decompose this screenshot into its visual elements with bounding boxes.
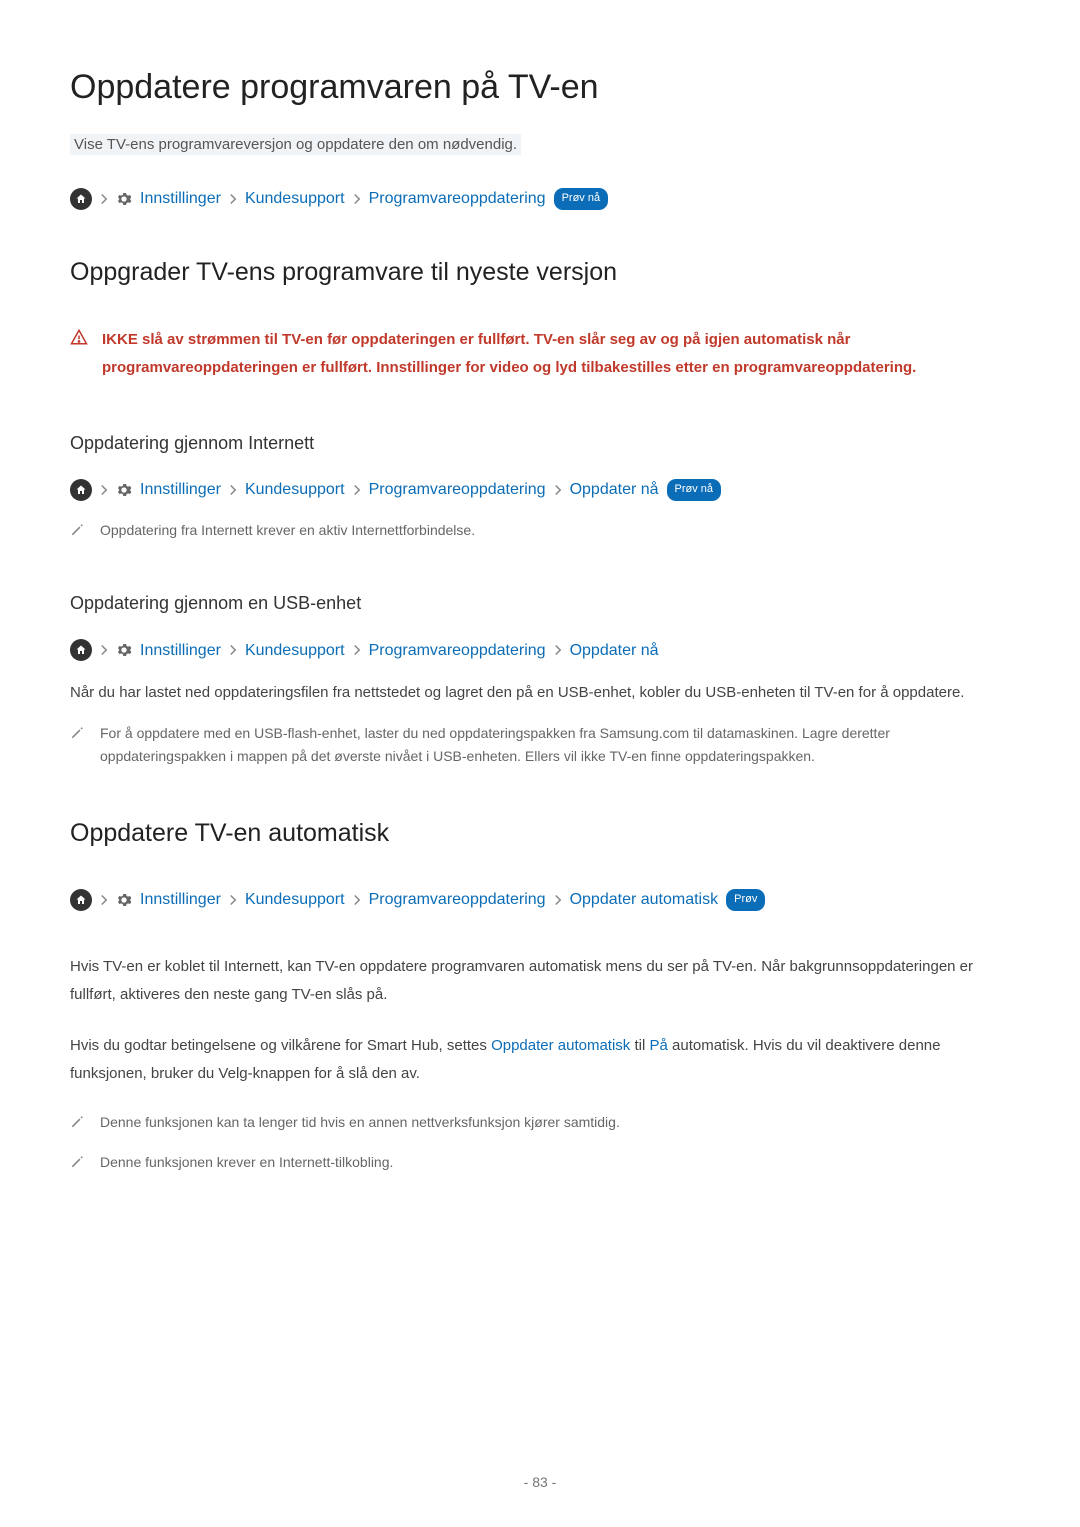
body-text: Hvis du godtar betingelsene og vilkårene… xyxy=(70,1032,1010,1089)
page-number: - 83 - xyxy=(0,1471,1080,1493)
page-title: Oppdatere programvaren på TV-en xyxy=(70,60,1010,114)
section-heading: Oppdatere TV-en automatisk xyxy=(70,813,1010,853)
subsection-heading: Oppdatering gjennom en USB-enhet xyxy=(70,589,1010,618)
chevron-right-icon xyxy=(229,894,237,906)
text-fragment: Hvis du godtar betingelsene og vilkårene… xyxy=(70,1037,491,1054)
crumb-swupdate[interactable]: Programvareoppdatering xyxy=(369,186,546,212)
warning-icon xyxy=(70,328,88,383)
chevron-right-icon xyxy=(554,894,562,906)
note-row: Oppdatering fra Internett krever en akti… xyxy=(70,519,1010,545)
crumb-settings[interactable]: Innstillinger xyxy=(140,887,221,913)
breadcrumb: Innstillinger Kundesupport Programvareop… xyxy=(70,477,1010,503)
text-fragment: til xyxy=(630,1037,649,1054)
section-heading: Oppgrader TV-ens programvare til nyeste … xyxy=(70,252,1010,292)
chevron-right-icon xyxy=(100,193,108,205)
pencil-icon xyxy=(70,724,84,770)
crumb-settings[interactable]: Innstillinger xyxy=(140,477,221,503)
subsection-heading: Oppdatering gjennom Internett xyxy=(70,429,1010,458)
inline-link[interactable]: På xyxy=(649,1037,667,1054)
pencil-icon xyxy=(70,1113,84,1137)
note-row: Denne funksjonen kan ta lenger tid hvis … xyxy=(70,1111,1010,1137)
try-now-badge[interactable]: Prøv nå xyxy=(667,479,722,501)
chevron-right-icon xyxy=(353,644,361,656)
crumb-settings[interactable]: Innstillinger xyxy=(140,186,221,212)
note-text: Oppdatering fra Internett krever en akti… xyxy=(100,519,475,545)
breadcrumb: Innstillinger Kundesupport Programvareop… xyxy=(70,887,1010,913)
gear-icon xyxy=(116,892,132,908)
crumb-support[interactable]: Kundesupport xyxy=(245,477,345,503)
warning-block: IKKE slå av strømmen til TV-en før oppda… xyxy=(70,326,1010,383)
note-text: For å oppdatere med en USB-flash-enhet, … xyxy=(100,722,1010,770)
chevron-right-icon xyxy=(100,894,108,906)
crumb-swupdate[interactable]: Programvareoppdatering xyxy=(369,477,546,503)
try-now-badge[interactable]: Prøv nå xyxy=(554,188,609,210)
crumb-auto-update[interactable]: Oppdater automatisk xyxy=(570,887,719,913)
gear-icon xyxy=(116,642,132,658)
pencil-icon xyxy=(70,521,84,545)
chevron-right-icon xyxy=(229,484,237,496)
home-icon xyxy=(70,639,92,661)
breadcrumb: Innstillinger Kundesupport Programvareop… xyxy=(70,638,1010,664)
body-text: Hvis TV-en er koblet til Internett, kan … xyxy=(70,953,1010,1010)
home-icon xyxy=(70,188,92,210)
breadcrumb: Innstillinger Kundesupport Programvareop… xyxy=(70,186,1010,212)
page-subtitle: Vise TV-ens programvareversjon og oppdat… xyxy=(70,134,521,155)
note-text: Denne funksjonen krever en Internett-til… xyxy=(100,1151,393,1177)
pencil-icon xyxy=(70,1153,84,1177)
home-icon xyxy=(70,889,92,911)
gear-icon xyxy=(116,191,132,207)
chevron-right-icon xyxy=(353,193,361,205)
chevron-right-icon xyxy=(229,644,237,656)
body-text: Når du har lastet ned oppdateringsfilen … xyxy=(70,679,1010,708)
note-row: Denne funksjonen krever en Internett-til… xyxy=(70,1151,1010,1177)
crumb-support[interactable]: Kundesupport xyxy=(245,186,345,212)
note-row: For å oppdatere med en USB-flash-enhet, … xyxy=(70,722,1010,770)
chevron-right-icon xyxy=(353,894,361,906)
chevron-right-icon xyxy=(353,484,361,496)
warning-text: IKKE slå av strømmen til TV-en før oppda… xyxy=(102,326,1010,383)
chevron-right-icon xyxy=(554,644,562,656)
crumb-support[interactable]: Kundesupport xyxy=(245,887,345,913)
crumb-swupdate[interactable]: Programvareoppdatering xyxy=(369,887,546,913)
chevron-right-icon xyxy=(554,484,562,496)
crumb-settings[interactable]: Innstillinger xyxy=(140,638,221,664)
crumb-swupdate[interactable]: Programvareoppdatering xyxy=(369,638,546,664)
note-text: Denne funksjonen kan ta lenger tid hvis … xyxy=(100,1111,620,1137)
chevron-right-icon xyxy=(100,484,108,496)
inline-link[interactable]: Oppdater automatisk xyxy=(491,1037,630,1054)
chevron-right-icon xyxy=(100,644,108,656)
crumb-support[interactable]: Kundesupport xyxy=(245,638,345,664)
crumb-update-now[interactable]: Oppdater nå xyxy=(570,477,659,503)
gear-icon xyxy=(116,482,132,498)
try-badge[interactable]: Prøv xyxy=(726,889,765,911)
crumb-update-now[interactable]: Oppdater nå xyxy=(570,638,659,664)
chevron-right-icon xyxy=(229,193,237,205)
home-icon xyxy=(70,479,92,501)
